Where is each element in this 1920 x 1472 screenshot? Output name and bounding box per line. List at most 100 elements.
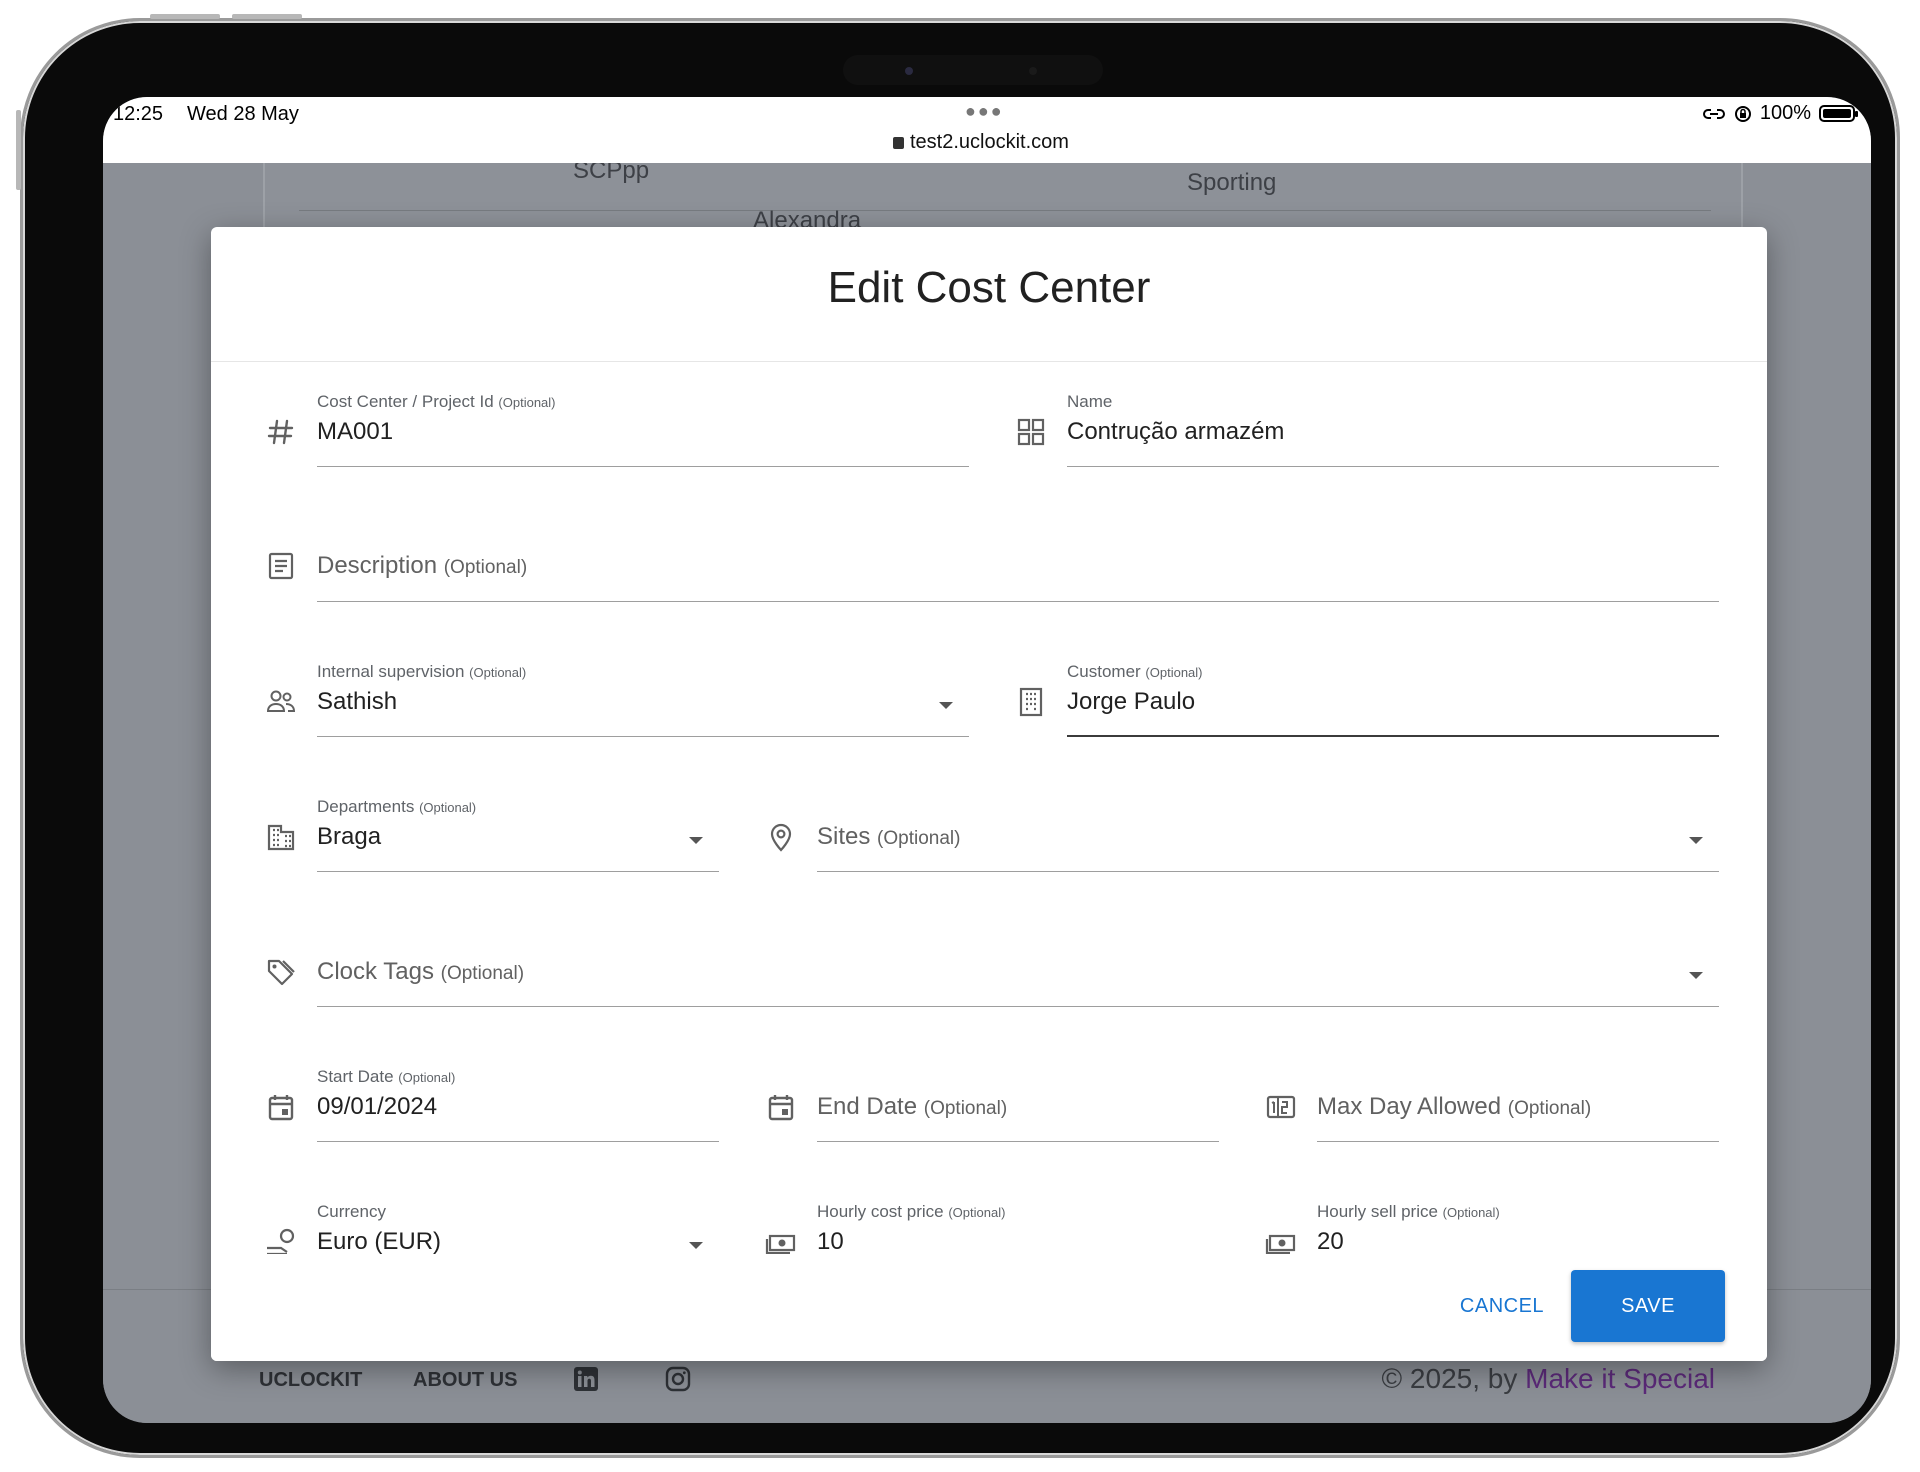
currency-select[interactable]: Euro (EUR) <box>317 1228 441 1254</box>
start-date-input[interactable]: 09/01/2024 <box>317 1093 437 1121</box>
sites-select[interactable]: Sites (Optional) <box>817 823 960 851</box>
hourly-cost-price-input[interactable]: 10 <box>817 1228 844 1254</box>
customer-label: Customer (Optional) <box>1067 662 1203 682</box>
chevron-down-icon[interactable] <box>689 1242 703 1249</box>
status-bar: 12:25 Wed 28 May ●●● test2.uclockit.com … <box>103 97 1871 163</box>
volume-up-button <box>150 14 220 19</box>
internal-supervision-select[interactable]: Sathish <box>317 688 397 716</box>
description-underline <box>317 601 1719 602</box>
counter-icon <box>1266 1095 1296 1119</box>
cost-center-id-input[interactable]: MA001 <box>317 418 393 446</box>
copyright-brand-link[interactable]: Make it Special <box>1525 1363 1715 1394</box>
name-underline <box>1067 466 1719 467</box>
money-icon <box>765 1234 796 1254</box>
optional-hint: (Optional) <box>469 665 527 680</box>
more-dots-icon[interactable]: ●●● <box>965 101 1004 122</box>
chevron-down-icon[interactable] <box>689 837 703 844</box>
instagram-icon[interactable] <box>665 1366 691 1392</box>
status-indicators: 100% <box>1702 102 1858 125</box>
customer-input[interactable]: Jorge Paulo <box>1067 688 1195 716</box>
cancel-button[interactable]: CANCEL <box>1447 1284 1557 1328</box>
placeholder-text: Max Day Allowed <box>1317 1093 1502 1120</box>
calendar-icon <box>768 1095 794 1121</box>
edit-cost-center-dialog: Edit Cost Center Cost Center / Project I… <box>211 227 1767 1361</box>
footer-link-about-us[interactable]: ABOUT US <box>413 1369 517 1392</box>
building-icon <box>1019 687 1043 717</box>
dialog-actions: CANCEL SAVE <box>211 1254 1767 1361</box>
chevron-down-icon[interactable] <box>939 702 953 709</box>
footer-copyright: © 2025, by Make it Special <box>1382 1363 1715 1395</box>
grid-icon <box>1017 418 1045 446</box>
background-row-divider <box>299 210 1711 211</box>
ipad-frame: SCPpp Sporting Alexandra UCLOCKIT ABOUT … <box>20 18 1900 1458</box>
optional-hint: (Optional) <box>1442 1205 1500 1220</box>
optional-hint: (Optional) <box>948 1205 1006 1220</box>
optional-hint: (Optional) <box>443 557 528 578</box>
hourly-sell-price-input[interactable]: 20 <box>1317 1228 1344 1254</box>
battery-level <box>1823 109 1851 118</box>
clock-tags-select[interactable]: Clock Tags (Optional) <box>317 958 524 986</box>
label-text: Start Date <box>317 1067 394 1086</box>
cost-center-id-label: Cost Center / Project Id (Optional) <box>317 392 556 412</box>
side-button <box>16 110 21 190</box>
status-date: Wed 28 May <box>187 103 299 125</box>
end-date-input[interactable]: End Date (Optional) <box>817 1093 1007 1121</box>
link-icon <box>1702 108 1725 119</box>
optional-hint: (Optional) <box>877 828 961 849</box>
cost-center-id-underline <box>317 466 969 467</box>
url-text: test2.uclockit.com <box>910 131 1069 153</box>
hourly-cost-price-label: Hourly cost price (Optional) <box>817 1202 1005 1222</box>
footer-link-uclockit[interactable]: UCLOCKIT <box>259 1369 362 1392</box>
currency-icon <box>267 1228 295 1254</box>
optional-hint: (Optional) <box>1507 1098 1592 1119</box>
label-text: Hourly cost price <box>817 1202 944 1221</box>
name-input[interactable]: Contrução armazém <box>1067 418 1284 446</box>
hourly-sell-price-label: Hourly sell price (Optional) <box>1317 1202 1500 1222</box>
battery-percent: 100% <box>1759 102 1811 124</box>
screen: SCPpp Sporting Alexandra UCLOCKIT ABOUT … <box>103 97 1871 1423</box>
start-date-underline <box>317 1141 719 1142</box>
name-label: Name <box>1067 392 1113 411</box>
currency-label: Currency <box>317 1202 386 1221</box>
save-button[interactable]: SAVE <box>1571 1270 1725 1342</box>
description-input[interactable]: Description (Optional) <box>317 552 527 580</box>
label-text: Departments <box>317 797 415 816</box>
departments-underline <box>317 871 719 872</box>
hash-icon <box>267 419 294 445</box>
lock-icon <box>893 137 904 149</box>
chevron-down-icon[interactable] <box>1689 972 1703 979</box>
max-day-allowed-underline <box>1317 1141 1719 1142</box>
camera-icon <box>905 67 913 75</box>
placeholder-text: Description <box>317 552 438 579</box>
label-text: Hourly sell price <box>1317 1202 1438 1221</box>
description-icon <box>268 552 294 580</box>
optional-hint: (Optional) <box>923 1098 1008 1119</box>
calendar-icon <box>268 1095 294 1121</box>
dialog-form[interactable]: Cost Center / Project Id (Optional) MA00… <box>211 362 1767 1254</box>
battery-icon <box>1819 105 1858 122</box>
label-text: Customer <box>1067 662 1141 681</box>
sites-underline <box>817 871 1719 872</box>
location-pin-icon <box>770 823 792 852</box>
orientation-lock-icon <box>1734 105 1751 122</box>
volume-down-button <box>232 14 302 19</box>
customer-underline <box>1067 735 1719 737</box>
chevron-down-icon[interactable] <box>1689 837 1703 844</box>
linkedin-icon[interactable] <box>573 1366 599 1392</box>
copyright-text: © 2025, by <box>1381 1363 1526 1394</box>
end-date-underline <box>817 1141 1219 1142</box>
money-icon <box>1265 1234 1296 1254</box>
label-text: Internal supervision <box>317 662 465 681</box>
status-time: 12:25 <box>113 103 164 125</box>
optional-hint: (Optional) <box>440 963 525 984</box>
placeholder-text: Clock Tags <box>317 958 434 985</box>
internal-supervision-underline <box>317 736 969 737</box>
camera-housing <box>843 55 1103 85</box>
max-day-allowed-input[interactable]: Max Day Allowed (Optional) <box>1317 1093 1591 1121</box>
departments-label: Departments (Optional) <box>317 797 476 817</box>
departments-select[interactable]: Braga <box>317 823 381 851</box>
internal-supervision-label: Internal supervision (Optional) <box>317 662 526 682</box>
address-bar[interactable]: test2.uclockit.com <box>893 131 1069 154</box>
optional-hint: (Optional) <box>498 395 556 410</box>
domain-icon <box>267 824 295 851</box>
